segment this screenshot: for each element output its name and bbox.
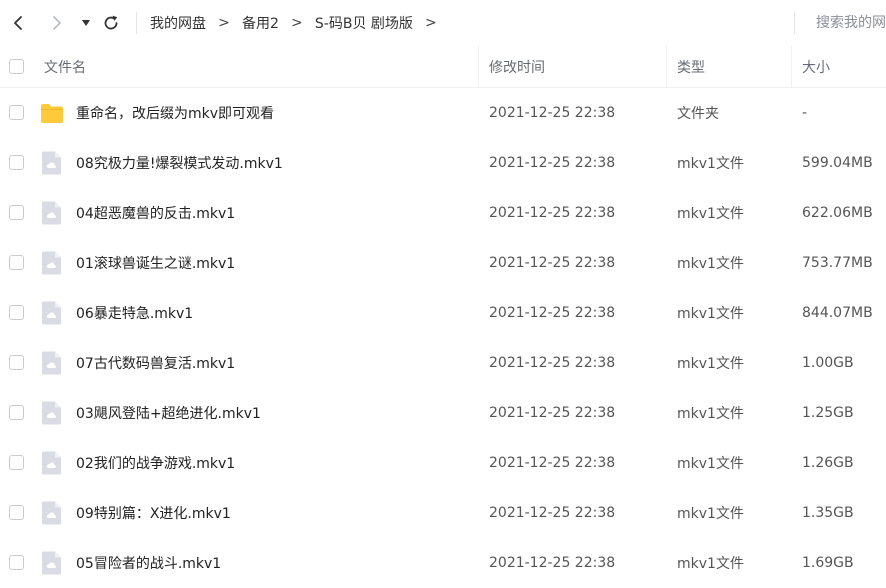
file-type: mkv1文件 — [677, 456, 744, 472]
file-name[interactable]: 08究极力量!爆裂模式发动.mkv1 — [76, 138, 283, 188]
column-header-type[interactable]: 类型 — [677, 46, 705, 87]
file-icon — [40, 401, 62, 425]
file-name[interactable]: 09特别篇：X进化.mkv1 — [76, 488, 231, 538]
column-divider[interactable] — [791, 46, 792, 87]
refresh-button[interactable] — [99, 11, 123, 35]
file-row[interactable]: 04超恶魔兽的反击.mkv1 2021-12-25 22:38 mkv1文件 622.… — [0, 188, 886, 238]
search-divider — [794, 12, 795, 34]
file-name[interactable]: 03飓风登陆+超绝进化.mkv1 — [76, 388, 261, 438]
file-icon — [40, 551, 62, 575]
file-modified-time: 2021-12-25 22:38 — [489, 105, 616, 121]
file-size: 622.06MB — [802, 205, 873, 221]
file-icon — [40, 301, 62, 325]
file-size: 753.77MB — [802, 255, 873, 271]
file-type: mkv1文件 — [677, 406, 744, 422]
file-modified-time: 2021-12-25 22:38 — [489, 205, 616, 221]
file-row[interactable]: 重命名，改后缀为mkv即可观看 2021-12-25 22:38 文件夹 - — [0, 88, 886, 138]
row-checkbox[interactable] — [9, 305, 24, 320]
select-all-checkbox[interactable] — [9, 59, 24, 74]
breadcrumb-item-backup[interactable]: 备用2 — [242, 13, 279, 33]
breadcrumb-item-root[interactable]: 我的网盘 — [150, 13, 206, 33]
file-size: 1.00GB — [802, 355, 854, 371]
forward-button[interactable] — [45, 11, 69, 35]
file-name[interactable]: 01滚球兽诞生之谜.mkv1 — [76, 238, 235, 288]
file-type: mkv1文件 — [677, 556, 744, 572]
file-row[interactable]: 02我们的战争游戏.mkv1 2021-12-25 22:38 mkv1文件 1.26… — [0, 438, 886, 488]
refresh-icon — [104, 15, 118, 30]
file-modified-time: 2021-12-25 22:38 — [489, 555, 616, 571]
file-type: mkv1文件 — [677, 356, 744, 372]
row-checkbox[interactable] — [9, 505, 24, 520]
back-button[interactable] — [6, 11, 30, 35]
caret-down-icon — [82, 20, 90, 26]
file-icon — [40, 151, 62, 175]
file-name[interactable]: 02我们的战争游戏.mkv1 — [76, 438, 235, 488]
row-checkbox[interactable] — [9, 355, 24, 370]
file-type: mkv1文件 — [677, 506, 744, 522]
breadcrumb-separator: > — [291, 15, 303, 31]
row-checkbox[interactable] — [9, 105, 24, 120]
row-checkbox[interactable] — [9, 205, 24, 220]
folder-icon — [40, 101, 63, 125]
file-size: 1.26GB — [802, 455, 854, 471]
chevron-right-icon — [53, 16, 61, 30]
navigation-bar: 我的网盘 > 备用2 > S-码B贝 剧场版 > — [0, 0, 886, 46]
row-checkbox[interactable] — [9, 455, 24, 470]
file-icon — [40, 251, 62, 275]
file-row[interactable]: 05冒险者的战斗.mkv1 2021-12-25 22:38 mkv1文件 1.69G… — [0, 538, 886, 588]
file-row[interactable]: 09特别篇：X进化.mkv1 2021-12-25 22:38 mkv1文件 1.35… — [0, 488, 886, 538]
row-checkbox[interactable] — [9, 405, 24, 420]
row-checkbox[interactable] — [9, 555, 24, 570]
file-type: mkv1文件 — [677, 306, 744, 322]
column-header-name[interactable]: 文件名 — [44, 46, 86, 87]
file-row[interactable]: 01滚球兽诞生之谜.mkv1 2021-12-25 22:38 mkv1文件 753.… — [0, 238, 886, 288]
file-size: 1.69GB — [802, 555, 854, 571]
chevron-left-icon — [14, 16, 22, 30]
file-row[interactable]: 03飓风登陆+超绝进化.mkv1 2021-12-25 22:38 mkv1文件 1.… — [0, 388, 886, 438]
row-checkbox[interactable] — [9, 255, 24, 270]
file-modified-time: 2021-12-25 22:38 — [489, 355, 616, 371]
file-size: 599.04MB — [802, 155, 873, 171]
file-icon — [40, 201, 62, 225]
file-size: 844.07MB — [802, 305, 873, 321]
file-modified-time: 2021-12-25 22:38 — [489, 255, 616, 271]
breadcrumb-separator[interactable]: > — [413, 15, 449, 31]
file-type: 文件夹 — [677, 106, 719, 122]
file-row[interactable]: 08究极力量!爆裂模式发动.mkv1 2021-12-25 22:38 mkv1文件… — [0, 138, 886, 188]
file-modified-time: 2021-12-25 22:38 — [489, 405, 616, 421]
file-modified-time: 2021-12-25 22:38 — [489, 305, 616, 321]
file-type: mkv1文件 — [677, 156, 744, 172]
breadcrumb: 我的网盘 > 备用2 > S-码B贝 剧场版 > — [150, 0, 449, 46]
history-dropdown-button[interactable] — [78, 12, 94, 34]
nav-divider — [136, 12, 137, 34]
file-type: mkv1文件 — [677, 256, 744, 272]
file-name[interactable]: 07古代数码兽复活.mkv1 — [76, 338, 235, 388]
column-divider[interactable] — [478, 46, 479, 87]
file-size: - — [802, 105, 808, 121]
file-modified-time: 2021-12-25 22:38 — [489, 155, 616, 171]
file-size: 1.35GB — [802, 505, 854, 521]
file-name[interactable]: 06暴走特急.mkv1 — [76, 288, 193, 338]
column-header-size[interactable]: 大小 — [802, 46, 830, 87]
file-modified-time: 2021-12-25 22:38 — [489, 505, 616, 521]
breadcrumb-item-current[interactable]: S-码B贝 剧场版 — [315, 13, 413, 33]
file-row[interactable]: 06暴走特急.mkv1 2021-12-25 22:38 mkv1文件 844.07M… — [0, 288, 886, 338]
file-list-header: 文件名 修改时间 类型 大小 — [0, 46, 886, 88]
file-name[interactable]: 04超恶魔兽的反击.mkv1 — [76, 188, 235, 238]
column-header-time[interactable]: 修改时间 — [489, 46, 545, 87]
file-icon — [40, 451, 62, 475]
column-divider[interactable] — [666, 46, 667, 87]
breadcrumb-separator: > — [218, 15, 230, 31]
file-icon — [40, 501, 62, 525]
file-size: 1.25GB — [802, 405, 854, 421]
row-checkbox[interactable] — [9, 155, 24, 170]
file-type: mkv1文件 — [677, 206, 744, 222]
file-name[interactable]: 05冒险者的战斗.mkv1 — [76, 538, 221, 588]
file-icon — [40, 351, 62, 375]
file-row[interactable]: 07古代数码兽复活.mkv1 2021-12-25 22:38 mkv1文件 1.00… — [0, 338, 886, 388]
file-modified-time: 2021-12-25 22:38 — [489, 455, 616, 471]
search-input[interactable] — [808, 11, 886, 35]
file-name[interactable]: 重命名，改后缀为mkv即可观看 — [76, 88, 274, 138]
